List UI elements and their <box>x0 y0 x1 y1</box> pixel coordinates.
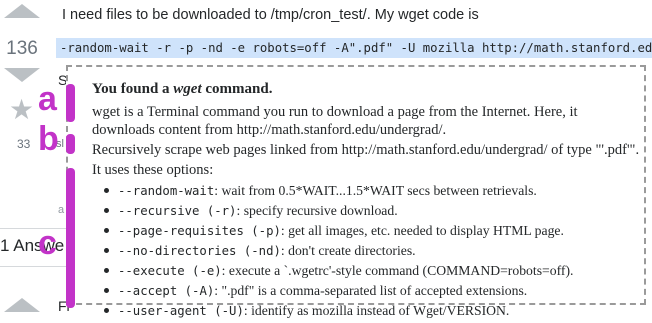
option-item: --execute (-e): execute a `.wgetrc'-styl… <box>104 261 573 281</box>
wget-explanation-popup: You found a wget command. wget is a Term… <box>66 65 646 318</box>
downvote-arrow-icon[interactable] <box>4 68 40 82</box>
popup-summary: Recursively scrape web pages linked from… <box>92 142 640 158</box>
popup-title: You found a wget command. <box>92 81 273 97</box>
option-item: --no-directories (-nd): don't create dir… <box>104 241 573 261</box>
question-intro: I need files to be downloaded to /tmp/cr… <box>62 7 479 23</box>
divider <box>0 266 66 267</box>
option-item: --recursive (-r): specify recursive down… <box>104 201 573 221</box>
wget-code-line[interactable]: -random-wait -r -p -nd -e robots=off -A"… <box>56 38 652 58</box>
popup-options-heading: It uses these options: <box>92 162 214 178</box>
annotation-label-c: c <box>38 224 57 262</box>
favorite-count: 33 <box>17 137 31 151</box>
option-item: --accept (-A): ".pdf" is a comma-separat… <box>104 281 573 301</box>
vote-count: 136 <box>6 38 38 59</box>
annotation-label-b: b <box>38 120 59 158</box>
option-item: --random-wait: wait from 0.5*WAIT...1.5*… <box>104 181 573 201</box>
answer-upvote-arrow-icon[interactable] <box>4 298 40 312</box>
annotation-bar-b <box>66 134 75 154</box>
annotation-bar-c <box>66 168 75 308</box>
favorite-star-icon[interactable]: ★ <box>9 96 34 124</box>
popup-description: wget is a Terminal command you run to do… <box>92 104 578 138</box>
hidden-text-fragment: a <box>58 204 65 216</box>
annotation-label-a: a <box>38 80 57 118</box>
upvote-arrow-icon[interactable] <box>4 4 40 18</box>
options-list: --random-wait: wait from 0.5*WAIT...1.5*… <box>104 181 573 321</box>
popup-title-command: wget <box>173 81 202 97</box>
option-item: --user-agent (-U): identify as mozilla i… <box>104 301 573 321</box>
annotation-bar-a <box>66 84 75 122</box>
option-item: --page-requisites (-p): get all images, … <box>104 221 573 241</box>
